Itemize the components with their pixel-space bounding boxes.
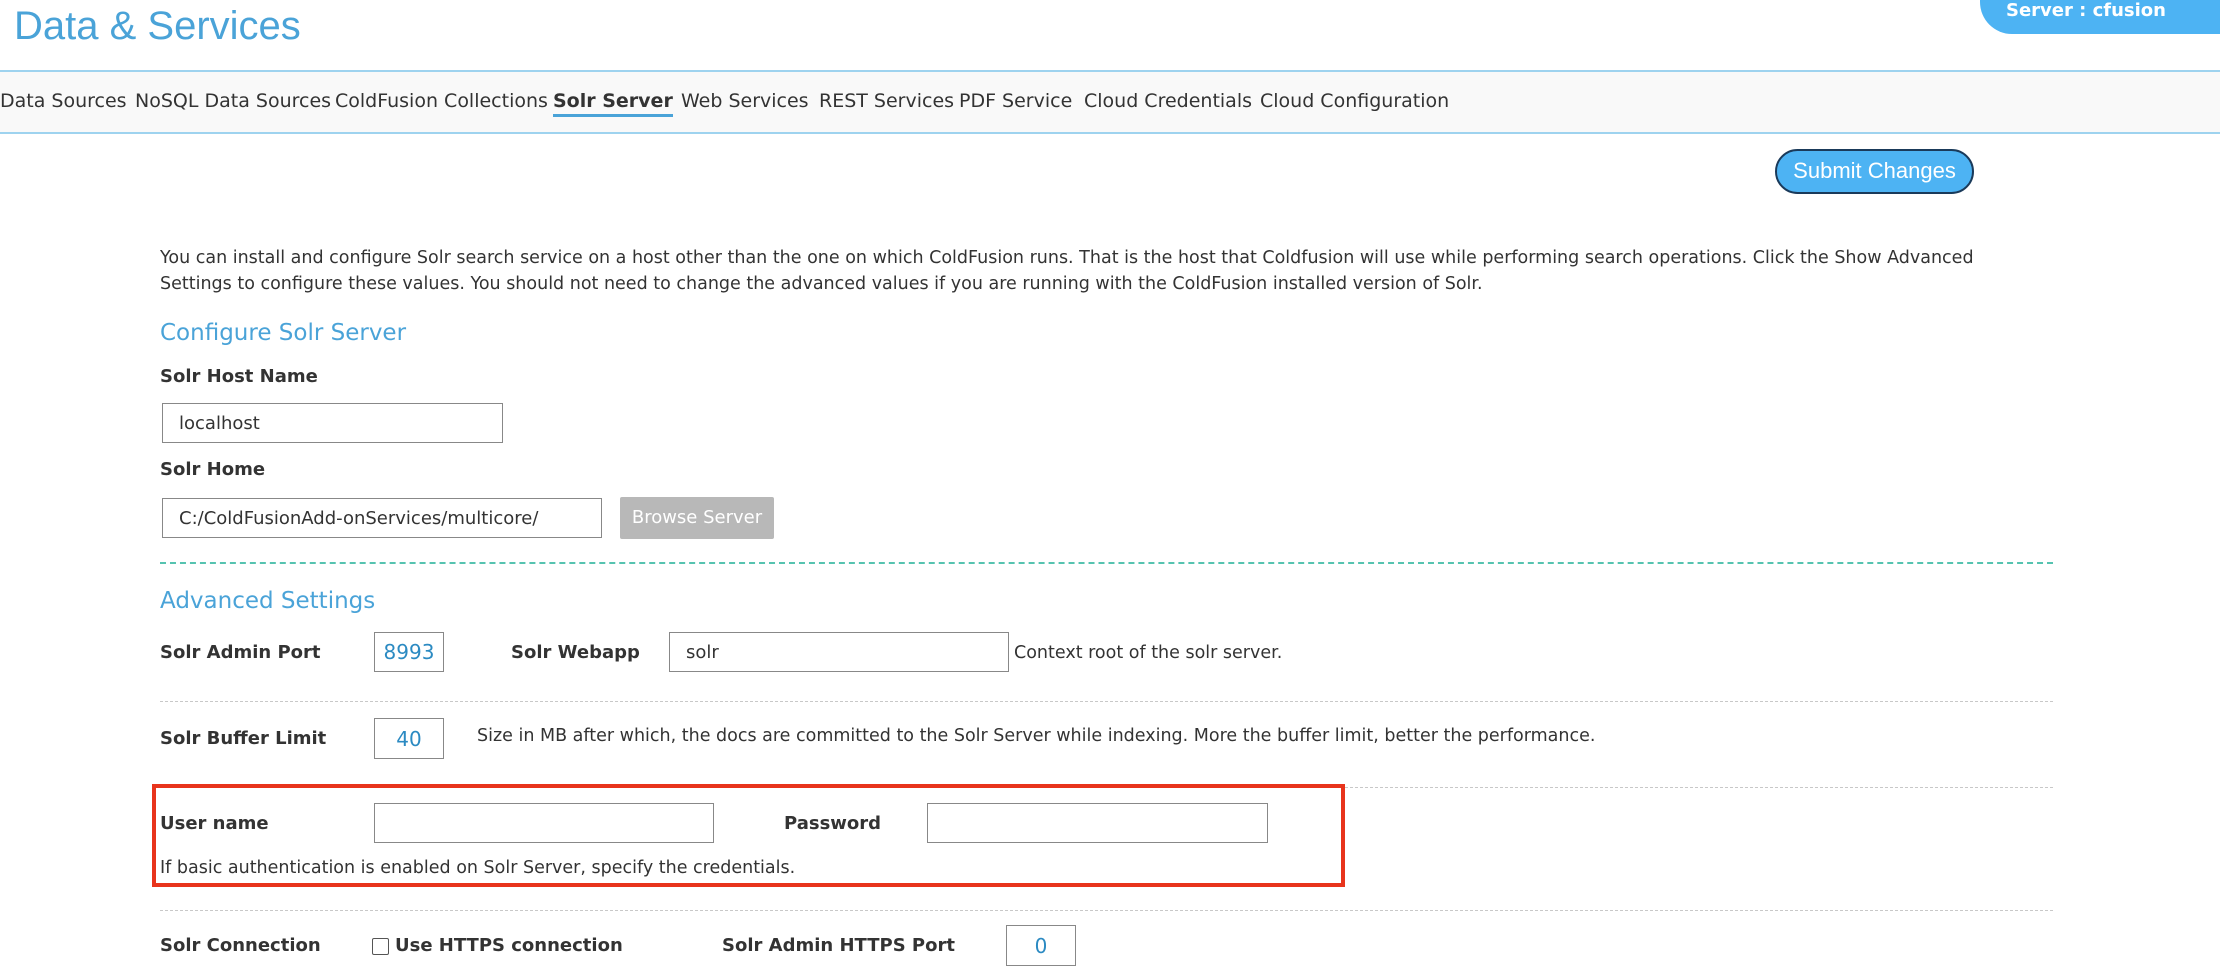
tab-solr-server[interactable]: Solr Server [553, 90, 673, 117]
auth-hint: If basic authentication is enabled on So… [160, 858, 796, 878]
https-checkbox-label[interactable]: Use HTTPS connection [395, 935, 623, 956]
submit-changes-button[interactable]: Submit Changes [1775, 149, 1974, 194]
host-name-input[interactable]: localhost [162, 403, 503, 443]
section-divider [160, 562, 2053, 564]
buffer-limit-label: Solr Buffer Limit [160, 728, 327, 749]
https-checkbox[interactable] [372, 938, 389, 955]
https-port-input[interactable]: 0 [1006, 925, 1076, 966]
configure-heading: Configure Solr Server [160, 320, 407, 346]
admin-port-input[interactable]: 8993 [374, 632, 444, 672]
browse-server-button[interactable]: Browse Server [620, 497, 774, 539]
solr-home-input[interactable]: C:/ColdFusionAdd-onServices/multicore/ [162, 498, 602, 538]
tab-web-services[interactable]: Web Services [681, 90, 809, 112]
webapp-label: Solr Webapp [511, 642, 640, 663]
tab-coldfusion-collections[interactable]: ColdFusion Collections [335, 90, 548, 112]
webapp-hint: Context root of the solr server. [1014, 643, 1283, 663]
advanced-heading: Advanced Settings [160, 588, 376, 614]
buffer-limit-hint: Size in MB after which, the docs are com… [477, 726, 1596, 746]
tab-nosql-data-sources[interactable]: NoSQL Data Sources [135, 90, 331, 112]
tab-rest-services[interactable]: REST Services [819, 90, 954, 112]
page-title: Data & Services [14, 4, 301, 48]
connection-label: Solr Connection [160, 935, 321, 956]
buffer-limit-input[interactable]: 40 [374, 718, 444, 759]
username-label: User name [160, 813, 269, 834]
server-badge: Server : cfusion [1980, 0, 2220, 34]
tab-pdf-service[interactable]: PDF Service [959, 90, 1072, 112]
solr-home-label: Solr Home [160, 459, 266, 480]
nav-bar: Data Sources NoSQL Data Sources ColdFusi… [0, 70, 2220, 134]
server-label: Server : cfusion [2006, 0, 2166, 21]
username-input[interactable] [374, 803, 714, 843]
intro-description: You can install and configure Solr searc… [160, 248, 1974, 294]
host-name-label: Solr Host Name [160, 366, 318, 387]
password-input[interactable] [927, 803, 1268, 843]
password-label: Password [784, 813, 882, 834]
webapp-input[interactable]: solr [669, 632, 1009, 672]
tab-cloud-credentials[interactable]: Cloud Credentials [1084, 90, 1252, 112]
tab-data-sources[interactable]: Data Sources [0, 90, 127, 112]
row-divider [160, 701, 2053, 702]
admin-port-label: Solr Admin Port [160, 642, 321, 663]
tab-cloud-configuration[interactable]: Cloud Configuration [1260, 90, 1449, 112]
row-divider [160, 910, 2053, 911]
https-port-label: Solr Admin HTTPS Port [722, 935, 955, 956]
